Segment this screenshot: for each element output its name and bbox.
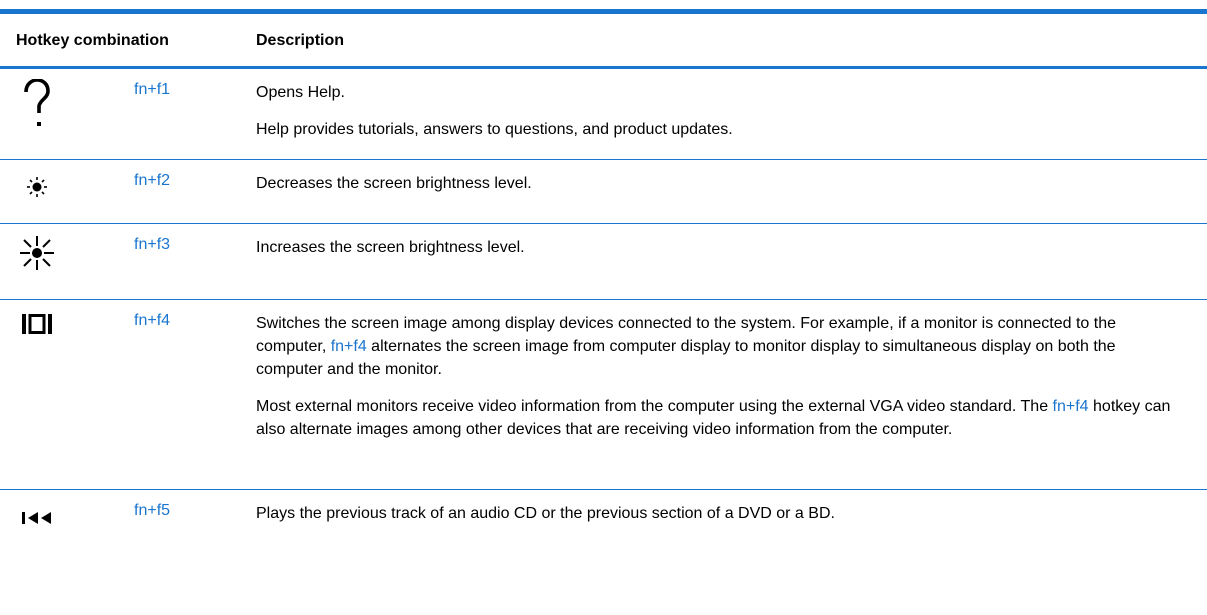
description-paragraph: Switches the screen image among display … bbox=[256, 312, 1186, 381]
description: Switches the screen image among display … bbox=[256, 312, 1186, 441]
description: Plays the previous track of an audio CD … bbox=[256, 502, 1186, 525]
header-hotkey-combination: Hotkey combination bbox=[16, 32, 169, 49]
previous-track-icon bbox=[22, 510, 54, 526]
description: Increases the screen brightness level. bbox=[256, 236, 1186, 259]
hotkey-label: fn+f1 bbox=[134, 81, 171, 98]
description-paragraph: Most external monitors receive video inf… bbox=[256, 395, 1186, 441]
hotkey-label: fn+f4 bbox=[134, 312, 171, 329]
table-row-fn-f2: fn+f2 Decreases the screen brightness le… bbox=[0, 160, 1207, 224]
brightness-down-icon bbox=[26, 176, 48, 198]
table-row-fn-f3: fn+f3 Increases the screen brightness le… bbox=[0, 224, 1207, 300]
table-row-fn-f4: fn+f4 Switches the screen image among di… bbox=[0, 300, 1207, 490]
hotkey-label: fn+f2 bbox=[134, 172, 171, 189]
header-description: Description bbox=[256, 32, 345, 49]
question-mark-icon bbox=[22, 79, 50, 129]
description-paragraph: Decreases the screen brightness level. bbox=[256, 175, 532, 192]
hotkey-label: fn+f3 bbox=[134, 236, 171, 253]
hotkey-table: Hotkey combination Description fn+f1 Ope… bbox=[0, 0, 1207, 550]
description-paragraph: Help provides tutorials, answers to ques… bbox=[256, 121, 733, 138]
display-switch-icon bbox=[22, 314, 54, 334]
description-paragraph: Opens Help. bbox=[256, 84, 345, 101]
table-row-fn-f1: fn+f1 Opens Help. Help provides tutorial… bbox=[0, 69, 1207, 160]
table-header: Hotkey combination Description bbox=[0, 14, 1207, 69]
description-paragraph: Plays the previous track of an audio CD … bbox=[256, 505, 835, 522]
description: Decreases the screen brightness level. bbox=[256, 172, 1186, 195]
description-paragraph: Increases the screen brightness level. bbox=[256, 239, 525, 256]
description: Opens Help. Help provides tutorials, ans… bbox=[256, 81, 1186, 141]
inline-hotkey: fn+f4 bbox=[330, 338, 367, 355]
hotkey-label: fn+f5 bbox=[134, 502, 171, 519]
description-text: alternates the screen image from compute… bbox=[256, 338, 1116, 378]
description-text: Most external monitors receive video inf… bbox=[256, 398, 1053, 415]
inline-hotkey: fn+f4 bbox=[1052, 398, 1089, 415]
brightness-up-icon bbox=[20, 236, 54, 270]
table-row-fn-f5: fn+f5 Plays the previous track of an aud… bbox=[0, 490, 1207, 550]
